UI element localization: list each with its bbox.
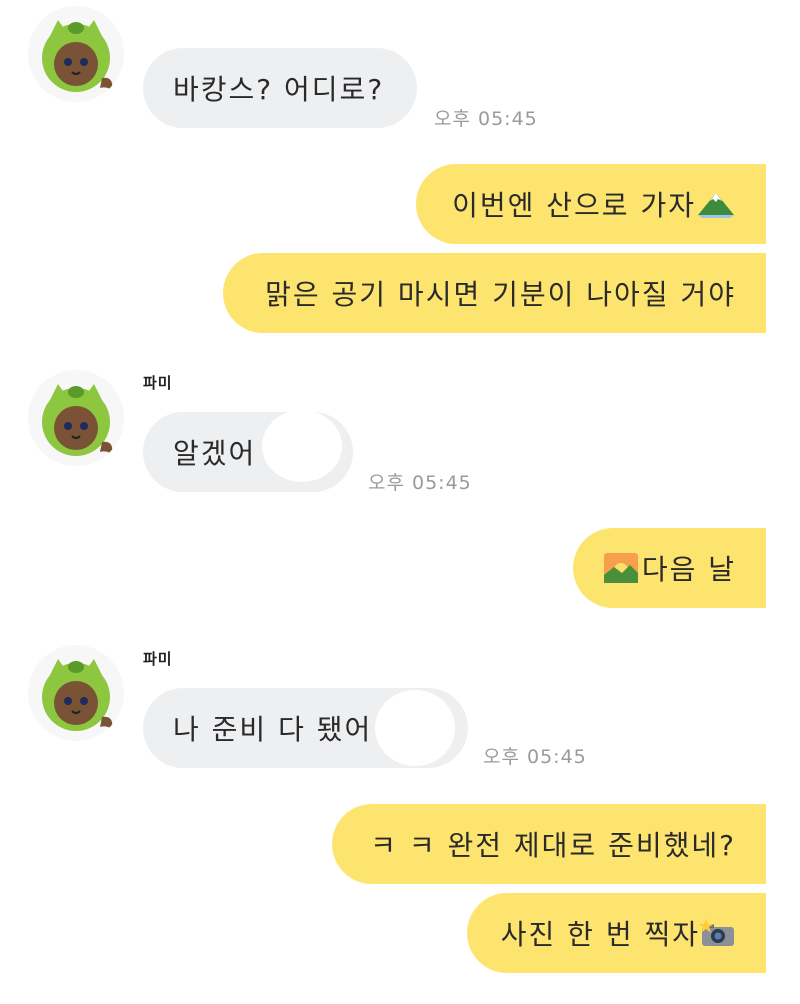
message-text: 사진 한 번 찍자 [500,918,700,951]
cat-avatar-icon [42,659,113,731]
message-bubble[interactable]: 다음 날 [573,528,766,608]
message-bubble[interactable]: ㅋ ㅋ 완전 제대로 준비했네? [332,804,766,884]
message-text: 나 준비 다 됐어 [173,713,373,746]
sunrise-icon [603,553,638,583]
message-text: 알겠어 [173,437,257,470]
message-text: 이번엔 산으로 가자 [452,189,696,222]
avatar[interactable] [28,6,124,102]
message-text: 맑은 공기 마시면 기분이 나아질 거야 [265,278,736,311]
message-text: ㅋ ㅋ 완전 제대로 준비했네? [370,829,736,862]
message-bubble[interactable]: 바캉스? 어디로? [143,48,417,128]
avatar[interactable] [28,645,124,741]
message-bubble[interactable]: 사진 한 번 찍자 [467,893,766,973]
message-time: 오후 05:45 [368,472,472,494]
message-bubble[interactable]: 이번엔 산으로 가자 [416,164,766,244]
blur-overlay [375,690,455,766]
message-time: 오후 05:45 [483,746,587,768]
cat-avatar-icon [42,20,113,92]
message-text: 바캉스? 어디로? [173,73,385,106]
sender-name: 파미 [143,650,173,668]
avatar[interactable] [28,370,124,466]
message-time: 오후 05:45 [434,108,538,130]
cat-avatar-icon [42,384,113,456]
blur-overlay [262,410,342,482]
message-bubble[interactable]: 맑은 공기 마시면 기분이 나아질 거야 [223,253,766,333]
mountain-icon [698,193,734,218]
camera-flash-icon [700,918,734,946]
sender-name: 파미 [143,374,173,392]
message-text: 다음 날 [641,553,736,586]
